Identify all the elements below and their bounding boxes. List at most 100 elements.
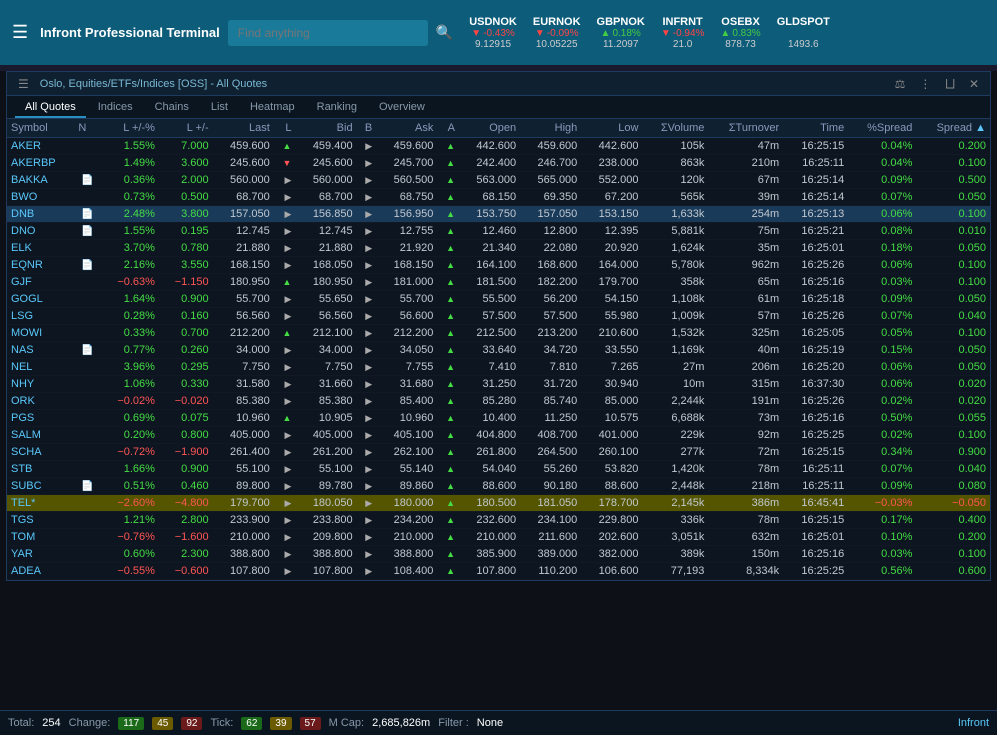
table-row[interactable]: SCHA−0.72%−1.900261.400▶261.200▶262.100▲…: [7, 444, 990, 461]
cell-l: ▶: [274, 461, 296, 478]
cell-ask: 459.600: [376, 138, 437, 155]
col-header--turnover[interactable]: ΣTurnover: [708, 119, 783, 138]
table-row[interactable]: BAKKA📄0.36%2.000560.000▶560.000▶560.500▲…: [7, 172, 990, 189]
cell-l-----: 1.55%: [101, 223, 159, 240]
col-header-n[interactable]: N: [74, 119, 100, 138]
table-row[interactable]: DNO📄1.55%0.19512.745▶12.745▶12.755▲12.46…: [7, 223, 990, 240]
table-row[interactable]: NHY1.06%0.33031.580▶31.660▶31.680▲31.250…: [7, 376, 990, 393]
table-row[interactable]: GJF−0.63%−1.150180.950▲180.950▶181.000▲1…: [7, 274, 990, 291]
col-header-b[interactable]: B: [357, 119, 377, 138]
cell-l: ▶: [274, 223, 296, 240]
cell-open: 10.400: [459, 410, 520, 427]
panel-filter-icon[interactable]: ⚖: [892, 77, 909, 91]
hamburger-icon[interactable]: ☰: [8, 18, 32, 47]
table-row[interactable]: GOGL1.64%0.90055.700▶55.650▶55.700▲55.50…: [7, 291, 990, 308]
table-row[interactable]: EQNR📄2.16%3.550168.150▶168.050▶168.150▲1…: [7, 257, 990, 274]
col-header-l[interactable]: L: [274, 119, 296, 138]
col-header-low[interactable]: Low: [581, 119, 642, 138]
ticker-usdnok[interactable]: USDNOK ▼-0.43% 9.12915: [469, 16, 517, 50]
cell-b: ▶: [357, 495, 377, 512]
cell--turnover: 40m: [708, 342, 783, 359]
cell-a: ▲: [437, 308, 459, 325]
cell--spread: 0.03%: [848, 546, 916, 563]
col-header-l-----[interactable]: L +/-%: [101, 119, 159, 138]
table-row[interactable]: ELK3.70%0.78021.880▶21.880▶21.920▲21.340…: [7, 240, 990, 257]
table-row[interactable]: SALM0.20%0.800405.000▶405.000▶405.100▲40…: [7, 427, 990, 444]
col-header-open[interactable]: Open: [459, 119, 520, 138]
cell-last: 7.750: [213, 359, 274, 376]
col-header-bid[interactable]: Bid: [295, 119, 356, 138]
quotes-table-wrap[interactable]: SymbolNL +/-%L +/-LastLBidBAskAOpenHighL…: [7, 119, 990, 580]
table-row[interactable]: AKERBP1.49%3.600245.600▼245.600▶245.700▲…: [7, 155, 990, 172]
cell--spread: 0.06%: [848, 206, 916, 223]
ticker-infrnt[interactable]: INFRNT ▼-0.94% 21.0: [661, 16, 705, 50]
panel-more-icon[interactable]: ⋮: [916, 77, 934, 91]
col-header-spread[interactable]: Spread ▲: [916, 119, 990, 138]
cell-symbol: MOWI: [7, 325, 74, 342]
cell-a: ▲: [437, 240, 459, 257]
tab-heatmap[interactable]: Heatmap: [240, 98, 305, 118]
col-header-last[interactable]: Last: [213, 119, 274, 138]
cell-ask: 108.400: [376, 563, 437, 580]
tab-overview[interactable]: Overview: [369, 98, 435, 118]
tab-chains[interactable]: Chains: [145, 98, 199, 118]
col-header--volume[interactable]: ΣVolume: [642, 119, 708, 138]
cell-symbol: TGS: [7, 512, 74, 529]
col-header-ask[interactable]: Ask: [376, 119, 437, 138]
panel-menu-icon[interactable]: ☰: [15, 77, 32, 91]
cell-l: ▶: [274, 376, 296, 393]
ticker-osebx[interactable]: OSEBX ▲0.83% 878.73: [720, 16, 760, 50]
cell--turnover: 72m: [708, 444, 783, 461]
table-row[interactable]: MOWI0.33%0.700212.200▲212.100▶212.200▲21…: [7, 325, 990, 342]
cell-l----: −4.800: [159, 495, 213, 512]
cell-a: ▲: [437, 138, 459, 155]
col-header-time[interactable]: Time: [783, 119, 848, 138]
table-row[interactable]: AKER1.55%7.000459.600▲459.400▶459.600▲44…: [7, 138, 990, 155]
tab-bar: All QuotesIndicesChainsListHeatmapRankin…: [7, 96, 990, 119]
cell-spread: 0.050: [916, 240, 990, 257]
ticker-gbpnok[interactable]: GBPNOK ▲0.18% 11.2097: [597, 16, 645, 50]
tab-indices[interactable]: Indices: [88, 98, 143, 118]
table-row[interactable]: ORK−0.02%−0.02085.380▶85.380▶85.400▲85.2…: [7, 393, 990, 410]
cell-ask: 89.860: [376, 478, 437, 495]
table-row[interactable]: NAS📄0.77%0.26034.000▶34.000▶34.050▲33.64…: [7, 342, 990, 359]
cell-time: 16:25:26: [783, 308, 848, 325]
cell-n: [74, 512, 100, 529]
col-header--spread[interactable]: %Spread: [848, 119, 916, 138]
table-row[interactable]: DNB📄2.48%3.800157.050▶156.850▶156.950▲15…: [7, 206, 990, 223]
table-row[interactable]: ADEA−0.55%−0.600107.800▶107.800▶108.400▲…: [7, 563, 990, 580]
ticker-eurnok[interactable]: EURNOK ▼-0.09% 10.05225: [533, 16, 581, 50]
table-row[interactable]: STB1.66%0.90055.100▶55.100▶55.140▲54.040…: [7, 461, 990, 478]
cell-symbol: PGS: [7, 410, 74, 427]
table-row[interactable]: SUBC📄0.51%0.46089.800▶89.780▶89.860▲88.6…: [7, 478, 990, 495]
ticker-gldspot[interactable]: GLDSPOT 1493.6: [777, 16, 830, 50]
table-row[interactable]: LSG0.28%0.16056.560▶56.560▶56.600▲57.500…: [7, 308, 990, 325]
table-row[interactable]: TEL*−2.60%−4.800179.700▶180.050▶180.000▲…: [7, 495, 990, 512]
search-icon[interactable]: 🔍: [436, 24, 453, 41]
cell--volume: 863k: [642, 155, 708, 172]
panel-detach-icon[interactable]: ⨆: [942, 76, 958, 91]
panel-close-icon[interactable]: ✕: [966, 77, 982, 91]
col-header-symbol[interactable]: Symbol: [7, 119, 74, 138]
col-header-a[interactable]: A: [437, 119, 459, 138]
tab-list[interactable]: List: [201, 98, 238, 118]
table-row[interactable]: TGS1.21%2.800233.900▶233.800▶234.200▲232…: [7, 512, 990, 529]
cell-n: 📄: [74, 478, 100, 495]
search-input[interactable]: [228, 20, 428, 46]
table-row[interactable]: PGS0.69%0.07510.960▲10.905▶10.960▲10.400…: [7, 410, 990, 427]
col-header-high[interactable]: High: [520, 119, 581, 138]
tab-all-quotes[interactable]: All Quotes: [15, 98, 86, 118]
table-row[interactable]: YAR0.60%2.300388.800▶388.800▶388.800▲385…: [7, 546, 990, 563]
cell-open: 88.600: [459, 478, 520, 495]
col-header-l----[interactable]: L +/-: [159, 119, 213, 138]
cell--spread: 0.06%: [848, 376, 916, 393]
cell-l----: −1.150: [159, 274, 213, 291]
cell-open: 57.500: [459, 308, 520, 325]
table-row[interactable]: BWO0.73%0.50068.700▶68.700▶68.750▲68.150…: [7, 189, 990, 206]
table-row[interactable]: TOM−0.76%−1.600210.000▶209.800▶210.000▲2…: [7, 529, 990, 546]
table-row[interactable]: NEL3.96%0.2957.750▶7.750▶7.755▲7.4107.81…: [7, 359, 990, 376]
cell--turnover: 191m: [708, 393, 783, 410]
cell-a: ▲: [437, 359, 459, 376]
cell--volume: 1,108k: [642, 291, 708, 308]
tab-ranking[interactable]: Ranking: [307, 98, 367, 118]
